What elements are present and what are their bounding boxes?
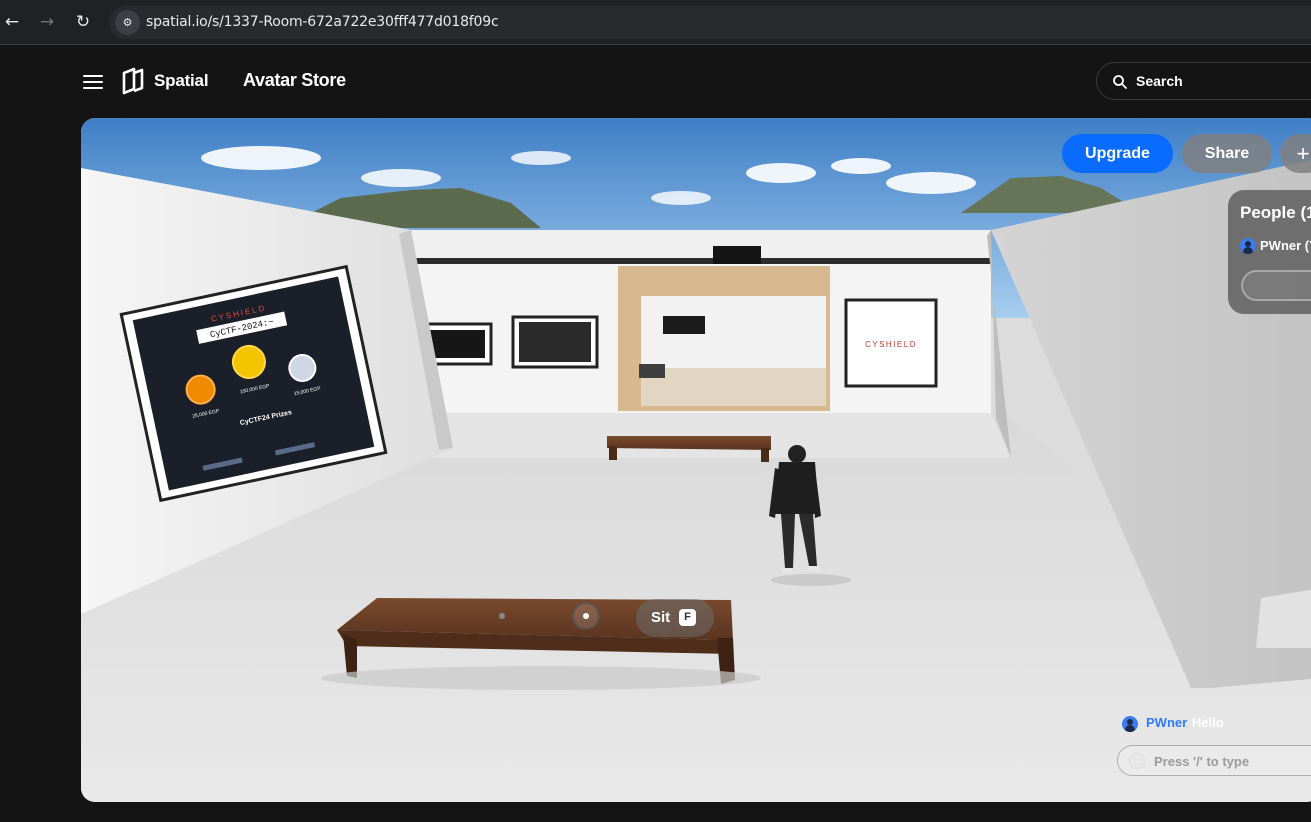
share-button[interactable]: Share: [1182, 134, 1272, 173]
people-action-button[interactable]: [1241, 270, 1311, 301]
cloud: [201, 146, 321, 170]
chat-username[interactable]: PWner: [1146, 715, 1187, 730]
sit-label: Sit: [651, 609, 671, 626]
page-title[interactable]: Avatar Store: [243, 70, 346, 91]
upgrade-button[interactable]: Upgrade: [1062, 134, 1173, 173]
sit-prompt[interactable]: Sit F: [636, 599, 714, 637]
sit-key-hint: F: [679, 609, 696, 626]
interaction-target[interactable]: [572, 602, 600, 630]
bench-far-leg: [609, 446, 617, 460]
brand-name[interactable]: Spatial: [154, 71, 209, 91]
add-button[interactable]: +: [1280, 134, 1311, 173]
cloud: [886, 172, 976, 194]
floor-shade: [411, 413, 1011, 458]
app-header: Spatial Avatar Store Search: [0, 46, 1311, 118]
forward-icon[interactable]: →: [36, 11, 58, 33]
bench-far-leg: [761, 448, 769, 462]
browser-toolbar: ← → ↻ ⚙ spatial.io/s/1337-Room-672a722e3…: [0, 0, 1311, 45]
bench-shadow: [321, 666, 761, 690]
frame-back-2-art: [519, 322, 591, 362]
address-bar[interactable]: ⚙ spatial.io/s/1337-Room-672a722e30fff47…: [109, 6, 1311, 39]
back-icon[interactable]: ←: [1, 11, 23, 33]
chat-placeholder: Press '/' to type: [1154, 754, 1250, 769]
url-text[interactable]: spatial.io/s/1337-Room-672a722e30fff477d…: [146, 14, 499, 30]
cloud: [651, 191, 711, 205]
search-icon: [1113, 75, 1127, 89]
gallery-scene[interactable]: CYSHIELD CYSHIELD CyCTF-2024:~ 100,000 E…: [81, 118, 1311, 802]
search-label: Search: [1136, 73, 1183, 89]
cloud: [361, 169, 441, 187]
cloud: [831, 158, 891, 174]
reload-icon[interactable]: ↻: [72, 11, 94, 33]
spatial-logo-icon[interactable]: [120, 67, 146, 95]
people-title: People (1): [1240, 203, 1311, 222]
cloud: [511, 151, 571, 165]
avatar: [1240, 238, 1256, 254]
search-button[interactable]: Search: [1096, 62, 1311, 100]
alcove-floor: [641, 368, 826, 406]
poster-right-brand: CYSHIELD: [865, 340, 917, 349]
menu-icon[interactable]: [83, 74, 103, 90]
emoji-icon[interactable]: [1128, 752, 1146, 770]
chat-input[interactable]: Press '/' to type: [1117, 745, 1311, 776]
people-panel: People (1) PWner (You): [1228, 190, 1311, 314]
ceiling-sign: [713, 246, 761, 264]
cloud: [746, 163, 816, 183]
alcove-frame: [663, 316, 705, 334]
frame-back-1-art: [429, 330, 485, 358]
bench-far: [607, 436, 771, 450]
bench-alcove: [639, 364, 665, 378]
chat-text: Hello: [1192, 715, 1224, 730]
space-viewport[interactable]: CYSHIELD CYSHIELD CyCTF-2024:~ 100,000 E…: [81, 118, 1311, 802]
people-name: PWner (You): [1260, 238, 1311, 253]
site-info-icon[interactable]: ⚙: [115, 10, 140, 35]
avatar: [1122, 716, 1138, 732]
ceiling-edge: [401, 258, 991, 264]
hotspot-dot[interactable]: [499, 613, 505, 619]
